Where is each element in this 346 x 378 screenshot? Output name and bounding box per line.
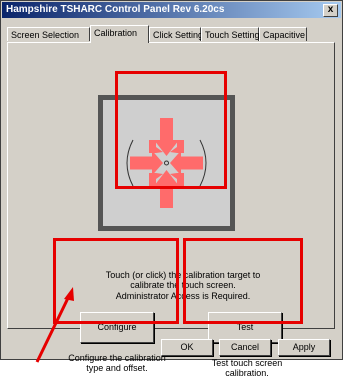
arrow-pointer-icon (35, 287, 74, 363)
tab-calibration[interactable]: Calibration (90, 25, 149, 43)
tab-label: Calibration (94, 28, 138, 38)
